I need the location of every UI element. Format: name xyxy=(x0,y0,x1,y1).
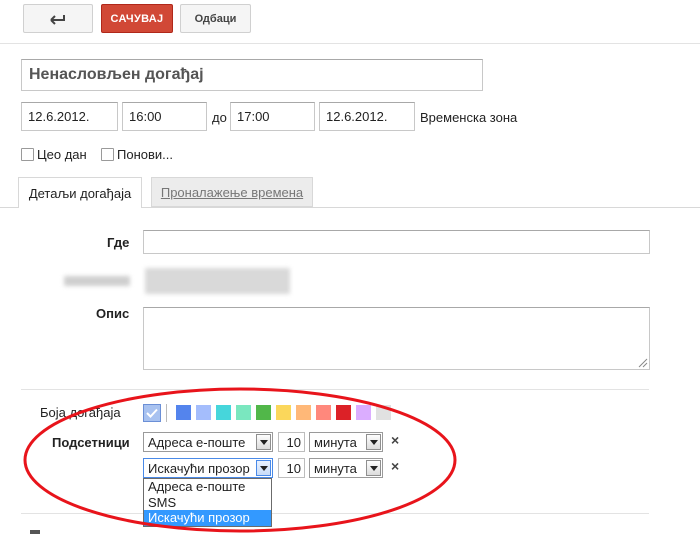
event-color-label: Боја догађаја xyxy=(40,405,121,420)
default-color-swatch[interactable] xyxy=(143,404,161,422)
color-swatch[interactable] xyxy=(236,405,251,420)
repeat-checkbox[interactable] xyxy=(101,148,114,161)
description-textarea[interactable] xyxy=(143,307,650,370)
reminder-1-unit-value: минута xyxy=(314,434,357,450)
event-title-input[interactable]: Ненасловљен догађај xyxy=(21,59,483,91)
resize-handle-icon[interactable] xyxy=(638,358,648,368)
blurred-calendar-select[interactable] xyxy=(145,268,290,294)
reminder-method-dropdown[interactable]: Адреса е-поште SMS Искачући прозор xyxy=(143,478,272,527)
reminder-1-amount-input[interactable]: 10 xyxy=(278,432,305,452)
bottom-divider xyxy=(21,513,649,514)
end-date-input[interactable]: 12.6.2012. xyxy=(319,102,415,131)
reminder-1-method-value: Адреса е-поште xyxy=(148,434,246,450)
where-label: Где xyxy=(107,235,130,250)
reminder-2-unit-select[interactable]: минута xyxy=(309,458,383,478)
to-label: до xyxy=(212,110,227,125)
color-swatch[interactable] xyxy=(296,405,311,420)
tab-event-details[interactable]: Детаљи догађаја xyxy=(18,177,142,208)
color-swatch[interactable] xyxy=(256,405,271,420)
end-time-input[interactable]: 17:00 xyxy=(230,102,315,131)
start-time-input[interactable]: 16:00 xyxy=(122,102,207,131)
color-swatch[interactable] xyxy=(376,405,391,420)
repeat-label[interactable]: Понови... xyxy=(117,147,173,162)
reminders-label: Подсетници xyxy=(52,435,130,450)
remove-reminder-2-icon[interactable]: × xyxy=(391,458,399,474)
color-swatch[interactable] xyxy=(196,405,211,420)
back-button[interactable] xyxy=(23,4,93,33)
color-swatch[interactable] xyxy=(276,405,291,420)
tab-find-time[interactable]: Проналажење времена xyxy=(151,177,313,207)
swatch-separator xyxy=(166,404,167,422)
chevron-down-icon xyxy=(256,460,271,476)
remove-reminder-1-icon[interactable]: × xyxy=(391,432,399,448)
color-swatch[interactable] xyxy=(336,405,351,420)
cancel-button[interactable]: Одбаци xyxy=(180,4,251,33)
section-divider xyxy=(21,389,649,390)
color-swatch[interactable] xyxy=(316,405,331,420)
color-swatch[interactable] xyxy=(176,405,191,420)
reminder-2-amount-input[interactable]: 10 xyxy=(278,458,305,478)
reminder-2-method-select[interactable]: Искачући прозор xyxy=(143,458,273,478)
reminder-2-unit-value: минута xyxy=(314,460,357,476)
tab-event-details-label: Детаљи догађаја xyxy=(28,185,132,201)
checkmark-icon xyxy=(146,408,158,418)
dropdown-option-popup[interactable]: Искачући прозор xyxy=(144,510,271,526)
color-swatch[interactable] xyxy=(356,405,371,420)
tab-find-time-label: Проналажење времена xyxy=(160,184,304,200)
all-day-label: Цео дан xyxy=(37,147,87,162)
chevron-down-icon xyxy=(366,460,381,476)
dropdown-option-sms[interactable]: SMS xyxy=(144,495,271,511)
blurred-calendar-label xyxy=(64,276,130,286)
reminder-1-method-select[interactable]: Адреса е-поште xyxy=(143,432,273,452)
reminder-1-unit-select[interactable]: минута xyxy=(309,432,383,452)
arrow-left-icon xyxy=(50,14,65,25)
color-swatch[interactable] xyxy=(216,405,231,420)
cut-off-label xyxy=(30,530,40,534)
chevron-down-icon xyxy=(366,434,381,450)
reminder-2-method-value: Искачући прозор xyxy=(148,460,250,476)
save-button[interactable]: САЧУВАЈ xyxy=(101,4,173,33)
all-day-checkbox[interactable] xyxy=(21,148,34,161)
start-date-input[interactable]: 12.6.2012. xyxy=(21,102,118,131)
chevron-down-icon xyxy=(256,434,271,450)
timezone-link[interactable]: Временска зона xyxy=(420,110,517,125)
dropdown-option-email[interactable]: Адреса е-поште xyxy=(144,479,271,495)
description-label: Опис xyxy=(96,306,130,321)
where-input[interactable] xyxy=(143,230,650,254)
toolbar-divider xyxy=(0,43,700,44)
